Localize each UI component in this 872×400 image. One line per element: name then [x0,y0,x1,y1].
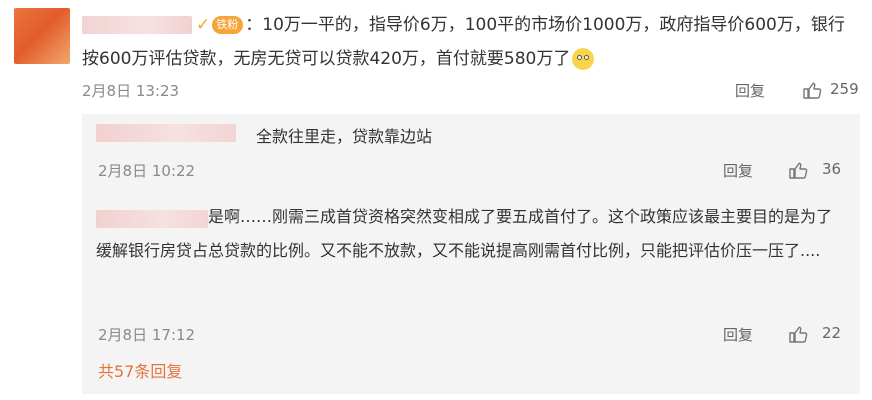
reply-button[interactable]: 回复 [723,324,753,345]
reply-meta: 2月8日 17:12 回复 22 [98,322,858,346]
reply-text: 是啊……刚需三成首贷资格突然变相成了要五成首付了。这个政策应该最主要目的是为了缓… [96,207,833,260]
like-count: 22 [822,324,842,342]
reply-text: 全款往里走，贷款靠边站 [256,127,433,146]
thumbs-up-icon[interactable] [788,324,808,344]
reply-button[interactable]: 回复 [735,80,765,101]
thumbs-up-icon[interactable] [802,80,822,100]
eye-roll-emoji-icon [572,48,595,70]
comment-body: ✓ 铁粉 ：10万一平的，指导价6万，100平的市场价1000万，政府指导价600万… [82,8,852,76]
comment-meta: 2月8日 13:23 回复 259 [82,78,860,104]
avatar[interactable] [14,8,70,64]
more-replies-link[interactable]: 共57条回复 [98,358,182,382]
comment-date: 2月8日 13:23 [82,82,180,100]
reply-thread: 全款往里走，贷款靠边站 2月8日 10:22 回复 36 是啊……刚需三成首贷资… [82,114,860,394]
verified-icon: ✓ [196,15,211,35]
thumbs-up-icon[interactable] [788,160,808,180]
fan-badge: 铁粉 [212,16,244,34]
reply-date: 2月8日 17:12 [98,326,196,344]
like-count: 36 [822,160,842,178]
reply-date: 2月8日 10:22 [98,162,196,180]
reply-meta: 2月8日 10:22 回复 36 [98,158,858,182]
reply-username[interactable] [96,124,236,142]
reply-button[interactable]: 回复 [723,160,753,181]
like-count: 259 [830,80,859,98]
reply-item: 全款往里走，贷款靠边站 2月8日 10:22 回复 36 [96,114,860,186]
reply-item: 是啊……刚需三成首贷资格突然变相成了要五成首付了。这个政策应该最主要目的是为了缓… [96,200,860,350]
username[interactable] [82,16,192,34]
